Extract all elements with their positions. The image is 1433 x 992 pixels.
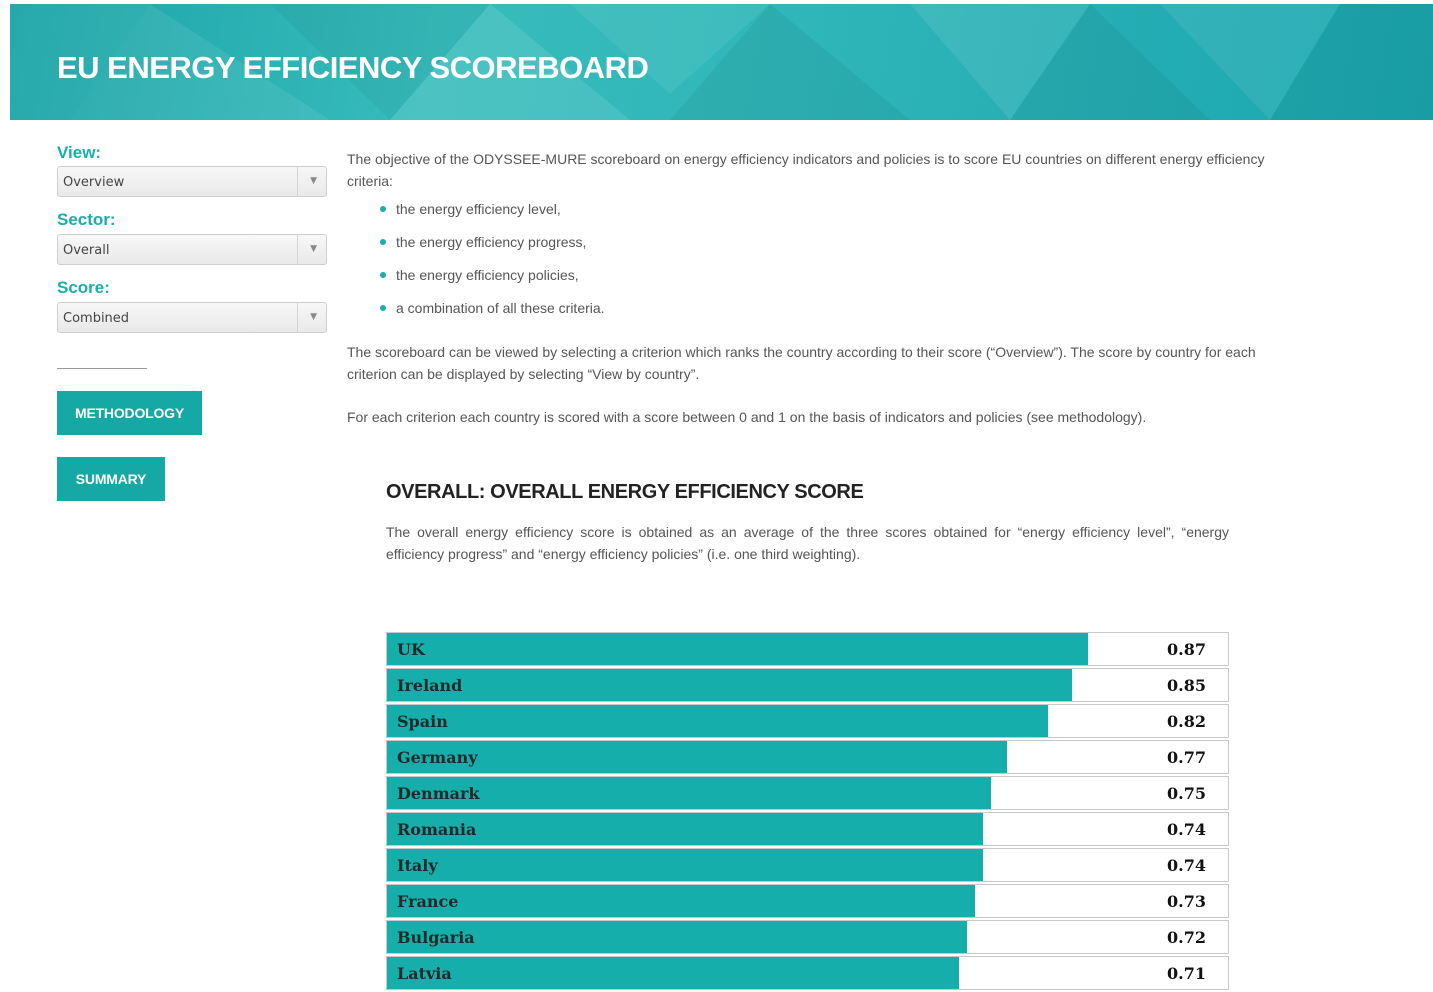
- chart-row: Germany 0.77: [386, 740, 1229, 774]
- list-item-text: the energy efficiency level,: [396, 201, 561, 217]
- header-banner: EU ENERGY EFFICIENCY SCOREBOARD: [10, 4, 1433, 120]
- list-item: a combination of all these criteria.: [380, 297, 605, 330]
- chart-row: Denmark 0.75: [386, 776, 1229, 810]
- bar-label: France: [397, 892, 459, 911]
- chart-description: The overall energy efficiency score is o…: [386, 524, 1229, 562]
- score-select[interactable]: Combined ▼: [57, 302, 327, 333]
- bar-label: Spain: [397, 712, 448, 731]
- chart-bar: [387, 885, 976, 917]
- bar-label: Bulgaria: [397, 928, 475, 947]
- chart-row: Italy 0.74: [386, 848, 1229, 882]
- bar-value-label: 0.87: [1167, 640, 1206, 659]
- bar-value-label: 0.72: [1167, 928, 1206, 947]
- sidebar-divider: [57, 368, 147, 369]
- bar-label: Germany: [397, 748, 478, 767]
- chart-row: Bulgaria 0.72: [386, 920, 1229, 954]
- view-label: View:: [57, 143, 102, 162]
- chart-bar: [387, 633, 1088, 665]
- chart-bar: [387, 849, 984, 881]
- chart-bar: [387, 741, 1008, 773]
- scoreboard-paragraph: The scoreboard can be viewed by selectin…: [347, 344, 1256, 382]
- chart-bar: [387, 957, 960, 989]
- bar-value-label: 0.85: [1167, 676, 1206, 695]
- bullet-icon: [380, 239, 386, 245]
- chart-bar: [387, 705, 1048, 737]
- chart-title: OVERALL: OVERALL ENERGY EFFICIENCY SCORE: [386, 481, 864, 503]
- chart-row: Romania 0.74: [386, 812, 1229, 846]
- bar-label: Ireland: [397, 676, 463, 695]
- criteria-list: the energy efficiency level, the energy …: [380, 198, 605, 330]
- chart-row: Spain 0.82: [386, 704, 1229, 738]
- bar-label: Latvia: [397, 964, 452, 983]
- bar-value-label: 0.71: [1167, 964, 1206, 983]
- select-divider: [297, 167, 298, 196]
- criterion-paragraph: For each criterion each country is score…: [347, 409, 1147, 425]
- sector-select-value: Overall: [63, 243, 110, 258]
- chevron-down-icon[interactable]: ▼: [310, 312, 317, 322]
- summary-button[interactable]: SUMMARY: [57, 457, 165, 501]
- bullet-icon: [380, 206, 386, 212]
- chart-bar: [387, 669, 1072, 701]
- bar-label: Italy: [397, 856, 438, 875]
- list-item: the energy efficiency level,: [380, 198, 605, 231]
- bar-label: Denmark: [397, 784, 480, 803]
- list-item-text: the energy efficiency policies,: [396, 267, 579, 283]
- view-select-value: Overview: [63, 175, 125, 190]
- chart-row: Latvia 0.71: [386, 956, 1229, 990]
- score-label: Score:: [57, 278, 110, 297]
- score-bar-chart: UK 0.87 Ireland 0.85 Spain 0.82 Germany 0.77 Den…: [386, 632, 1229, 992]
- chart-bar: [387, 813, 984, 845]
- bullet-icon: [380, 272, 386, 278]
- chart-row: France 0.73: [386, 884, 1229, 918]
- bar-value-label: 0.82: [1167, 712, 1206, 731]
- bar-value-label: 0.75: [1167, 784, 1206, 803]
- intro-paragraph: The objective of the ODYSSEE-MURE scoreb…: [347, 151, 1265, 189]
- sector-label: Sector:: [57, 210, 116, 229]
- chevron-down-icon[interactable]: ▼: [310, 244, 317, 254]
- bar-value-label: 0.77: [1167, 748, 1206, 767]
- bar-label: UK: [397, 640, 425, 659]
- bar-value-label: 0.74: [1167, 856, 1206, 875]
- list-item: the energy efficiency progress,: [380, 231, 605, 264]
- bar-value-label: 0.73: [1167, 892, 1206, 911]
- bar-value-label: 0.74: [1167, 820, 1206, 839]
- bar-label: Romania: [397, 820, 477, 839]
- list-item-text: the energy efficiency progress,: [396, 234, 587, 250]
- list-item-text: a combination of all these criteria.: [396, 300, 605, 316]
- sector-select[interactable]: Overall ▼: [57, 234, 327, 265]
- page-title: EU ENERGY EFFICIENCY SCOREBOARD: [57, 50, 649, 85]
- score-select-value: Combined: [63, 311, 130, 326]
- chart-row: UK 0.87: [386, 632, 1229, 666]
- view-select[interactable]: Overview ▼: [57, 166, 327, 197]
- chart-row: Ireland 0.85: [386, 668, 1229, 702]
- select-divider: [297, 303, 298, 332]
- select-divider: [297, 235, 298, 264]
- methodology-button[interactable]: METHODOLOGY: [57, 391, 202, 435]
- bullet-icon: [380, 305, 386, 311]
- chevron-down-icon[interactable]: ▼: [310, 176, 317, 186]
- list-item: the energy efficiency policies,: [380, 264, 605, 297]
